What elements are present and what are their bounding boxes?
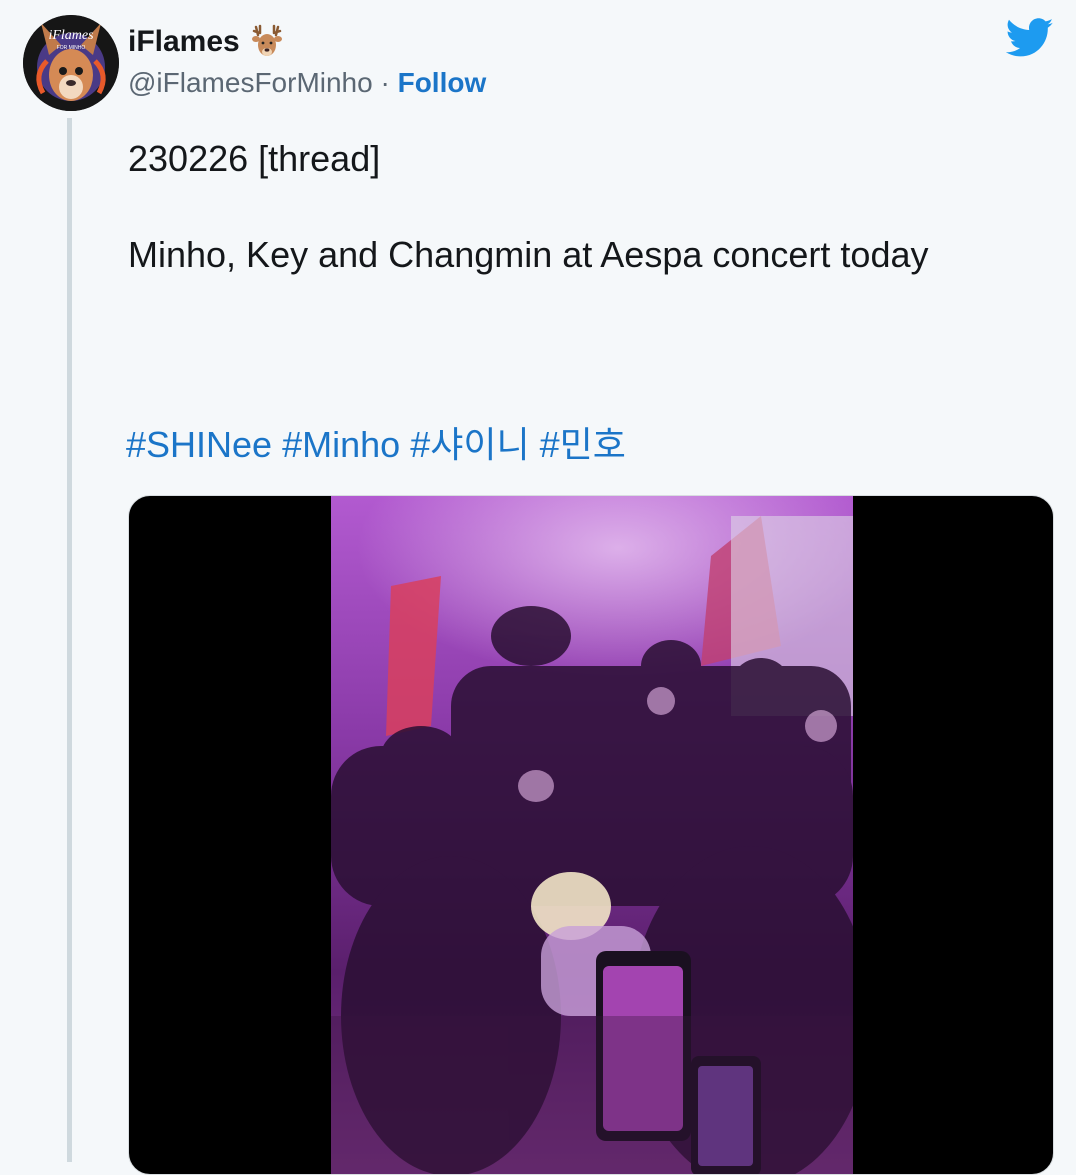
deer-emoji-icon — [248, 23, 286, 61]
avatar-logo-subtext: FOR MINHO — [57, 45, 86, 51]
twitter-bird-icon[interactable] — [1005, 18, 1054, 58]
display-name[interactable]: iFlames — [128, 22, 240, 62]
avatar-logo-text: iFlames — [48, 28, 94, 43]
avatar-deer-image: iFlames FOR MINHO — [23, 15, 119, 111]
thread-connector-line — [67, 118, 72, 1162]
author-handle[interactable]: @iFlamesForMinho — [128, 67, 373, 98]
follow-button[interactable]: Follow — [398, 67, 487, 98]
hashtag-link[interactable]: #민호 — [540, 424, 626, 465]
hashtag-row: #SHINee #Minho #샤이니 #민호 — [126, 423, 626, 467]
tweet-text-line-2: Minho, Key and Changmin at Aespa concert… — [128, 234, 929, 275]
avatar[interactable]: iFlames FOR MINHO — [23, 15, 119, 111]
author-name-row: iFlames — [128, 22, 286, 62]
hashtag-link[interactable]: #SHINee — [126, 424, 272, 465]
tweet-video[interactable] — [128, 495, 1054, 1175]
separator-dot: · — [380, 67, 390, 98]
tweet-text-line-1: 230226 [thread] — [128, 138, 381, 179]
concert-video-frame — [331, 496, 871, 1174]
hashtag-link[interactable]: #Minho — [282, 424, 400, 465]
hashtag-link[interactable]: #샤이니 — [410, 424, 529, 465]
handle-row: @iFlamesForMinho · Follow — [128, 64, 486, 102]
